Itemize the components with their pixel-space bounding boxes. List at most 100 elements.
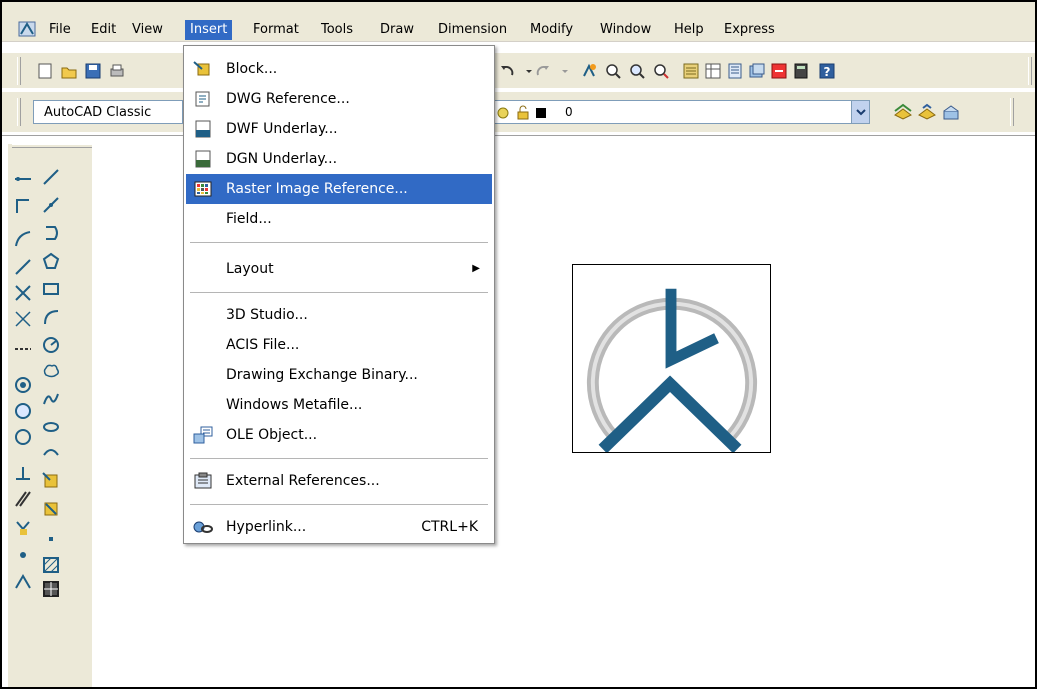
menu-item-drawing-exchange-binary[interactable]: Drawing Exchange Binary... xyxy=(186,360,492,390)
toolbar-grip[interactable] xyxy=(1028,57,1032,85)
toolbar-grip[interactable] xyxy=(12,144,92,148)
tool-palettes-icon[interactable] xyxy=(724,60,746,82)
line-icon[interactable] xyxy=(38,164,64,190)
fillet-icon[interactable] xyxy=(10,568,36,594)
design-center-icon[interactable] xyxy=(702,60,724,82)
make-layer-current-icon[interactable] xyxy=(892,101,914,123)
layer-previous-icon[interactable] xyxy=(916,101,938,123)
menu-item-label: DWF Underlay... xyxy=(226,121,338,137)
menu-dimension[interactable]: Dimension xyxy=(433,20,512,40)
gradient-icon[interactable] xyxy=(38,576,64,602)
menu-item-windows-metafile[interactable]: Windows Metafile... xyxy=(186,390,492,420)
polygon-icon[interactable] xyxy=(38,248,64,274)
point-icon[interactable] xyxy=(10,542,36,568)
hatch-icon[interactable] xyxy=(38,552,64,578)
layer-freeze-icon[interactable] xyxy=(495,105,511,121)
plot-icon[interactable] xyxy=(106,60,128,82)
menu-insert[interactable]: Insert xyxy=(185,20,233,40)
menu-view[interactable]: View xyxy=(127,20,168,40)
point-tool-icon[interactable] xyxy=(38,526,64,552)
make-block-icon[interactable] xyxy=(38,496,64,522)
menu-edit[interactable]: Edit xyxy=(86,20,121,40)
raster-clock-image[interactable] xyxy=(572,264,771,453)
quickcalc-icon[interactable] xyxy=(790,60,812,82)
toolbar-grip[interactable] xyxy=(1010,98,1014,126)
multi-cross-icon[interactable] xyxy=(10,306,36,332)
layer-control[interactable]: 0 xyxy=(470,100,870,124)
properties-icon[interactable] xyxy=(680,60,702,82)
toolbar-grip[interactable] xyxy=(17,57,21,85)
arc-tool-icon[interactable] xyxy=(38,304,64,330)
insert-block-icon[interactable] xyxy=(38,468,64,494)
menu-item-raster-image-reference[interactable]: Raster Image Reference... xyxy=(186,174,492,204)
ucs-icon[interactable] xyxy=(10,460,36,486)
zoom-previous-icon[interactable] xyxy=(650,60,672,82)
donut-icon[interactable] xyxy=(10,372,36,398)
menu-item-dwf-underlay[interactable]: DWF Underlay... xyxy=(186,114,492,144)
rectangle-icon[interactable] xyxy=(38,276,64,302)
menu-item-3d-studio[interactable]: 3D Studio... xyxy=(186,300,492,330)
menu-item-ole-object[interactable]: OLE Object... xyxy=(186,420,492,450)
ellipse-icon[interactable] xyxy=(38,414,64,440)
menu-help[interactable]: Help xyxy=(669,20,709,40)
menu-window[interactable]: Window xyxy=(595,20,656,40)
redo-icon[interactable] xyxy=(532,60,554,82)
autocad-app-icon[interactable] xyxy=(18,20,36,38)
circle-icon[interactable] xyxy=(10,424,36,450)
menu-express[interactable]: Express xyxy=(719,20,780,40)
menu-item-dwg-reference[interactable]: DWG Reference... xyxy=(186,84,492,114)
toolbar-grip[interactable] xyxy=(17,98,21,126)
menu-item-label: OLE Object... xyxy=(226,427,318,443)
help-icon[interactable]: ? xyxy=(816,60,838,82)
xline-icon[interactable] xyxy=(10,164,36,190)
menu-file[interactable]: File xyxy=(44,20,76,40)
save-icon[interactable] xyxy=(82,60,104,82)
redo-dropdown-icon[interactable] xyxy=(554,60,576,82)
menu-item-field[interactable]: Field... xyxy=(186,204,492,234)
menu-item-label: DGN Underlay... xyxy=(226,151,338,167)
spline-icon[interactable] xyxy=(38,386,64,412)
menu-item-layout[interactable]: Layout ▶ xyxy=(186,254,492,284)
menu-item-hyperlink[interactable]: Hyperlink... CTRL+K xyxy=(186,512,492,542)
spline-line-icon[interactable] xyxy=(10,254,36,280)
layer-color-swatch[interactable] xyxy=(535,107,547,119)
cross-icon[interactable] xyxy=(10,280,36,306)
zoom-realtime-icon[interactable] xyxy=(602,60,624,82)
construction-line-icon[interactable] xyxy=(38,192,64,218)
zoom-window-icon[interactable] xyxy=(626,60,648,82)
revision-cloud-icon[interactable] xyxy=(38,358,64,384)
layer-states-icon[interactable] xyxy=(940,101,962,123)
menu-draw[interactable]: Draw xyxy=(375,20,419,40)
submenu-arrow-icon: ▶ xyxy=(472,263,480,274)
circle-tool-icon[interactable] xyxy=(38,332,64,358)
arc-icon[interactable] xyxy=(10,226,36,252)
ellipse-arc-icon[interactable] xyxy=(38,440,64,466)
menu-item-dgn-underlay[interactable]: DGN Underlay... xyxy=(186,144,492,174)
menu-item-acis-file[interactable]: ACIS File... xyxy=(186,330,492,360)
pan-realtime-icon[interactable] xyxy=(578,60,600,82)
menu-item-label: ACIS File... xyxy=(226,337,300,353)
sheet-set-icon[interactable] xyxy=(746,60,768,82)
markup-set-icon[interactable] xyxy=(768,60,790,82)
block-insert-icon xyxy=(193,61,210,76)
menu-item-label: Layout xyxy=(226,261,274,277)
menu-item-block[interactable]: Block... xyxy=(186,54,492,84)
layer-lock-icon[interactable] xyxy=(515,105,531,121)
menu-separator xyxy=(190,504,488,505)
new-icon[interactable] xyxy=(34,60,56,82)
workspace-select[interactable]: AutoCAD Classic xyxy=(33,100,183,124)
menu-format[interactable]: Format xyxy=(248,20,304,40)
menu-item-external-references[interactable]: External References... xyxy=(186,466,492,496)
offset-icon[interactable] xyxy=(10,486,36,512)
polyline-arc-icon[interactable] xyxy=(38,220,64,246)
explode-icon[interactable] xyxy=(10,514,36,540)
menu-tools[interactable]: Tools xyxy=(316,20,358,40)
polyline-icon[interactable] xyxy=(10,192,36,218)
dashed-line-icon[interactable] xyxy=(10,334,36,360)
undo-icon[interactable] xyxy=(496,60,518,82)
autocad-window: File Edit View Insert Format Tools Draw … xyxy=(0,0,1037,689)
menu-modify[interactable]: Modify xyxy=(525,20,578,40)
open-icon[interactable] xyxy=(58,60,80,82)
layer-dropdown-button[interactable] xyxy=(851,101,869,123)
rotate-icon[interactable] xyxy=(10,398,36,424)
